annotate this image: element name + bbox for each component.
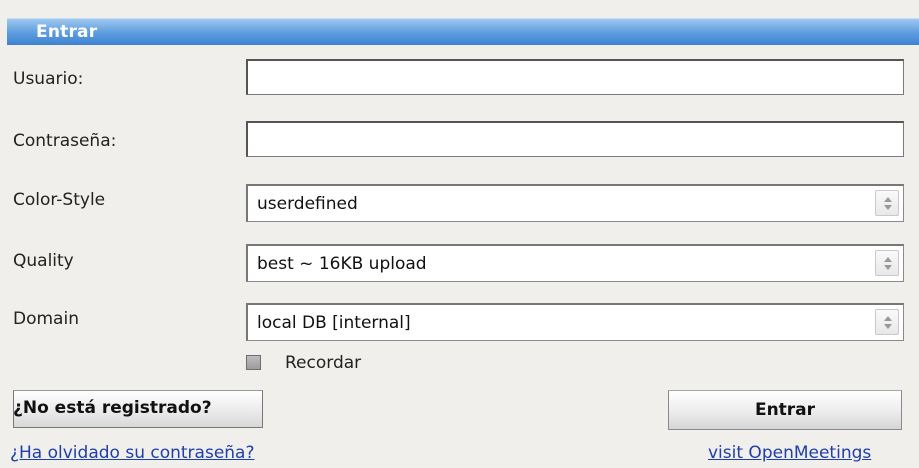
checkbox-icon[interactable] [246, 355, 261, 370]
username-label: Usuario: [13, 69, 84, 89]
login-button[interactable]: Entrar [668, 390, 902, 430]
password-input[interactable] [246, 121, 904, 157]
password-label: Contraseña: [13, 131, 117, 151]
spinner-arrows-icon[interactable] [875, 309, 899, 335]
arrow-down-icon [884, 205, 892, 210]
quality-label: Quality [13, 251, 74, 271]
color-style-value: userdefined [257, 194, 358, 214]
spinner-arrows-icon[interactable] [875, 190, 899, 216]
color-style-label: Color-Style [13, 190, 106, 210]
arrow-up-icon [884, 257, 892, 262]
domain-label: Domain [13, 309, 79, 329]
login-panel: Entrar Usuario: Contraseña: Color-Style … [0, 0, 919, 468]
forgot-password-link[interactable]: ¿Ha olvidado su contraseña? [10, 443, 255, 463]
color-style-select[interactable]: userdefined [246, 184, 904, 222]
quality-value: best ~ 16KB upload [257, 254, 427, 274]
title-bar: Entrar [7, 18, 919, 45]
spinner-arrows-icon[interactable] [875, 250, 899, 276]
remember-label: Recordar [285, 353, 362, 373]
panel-title: Entrar [36, 22, 98, 42]
arrow-down-icon [884, 265, 892, 270]
domain-value: local DB [internal] [257, 313, 411, 333]
arrow-up-icon [884, 316, 892, 321]
quality-select[interactable]: best ~ 16KB upload [246, 244, 904, 282]
arrow-up-icon [884, 197, 892, 202]
username-input[interactable] [246, 59, 904, 95]
arrow-down-icon [884, 324, 892, 329]
domain-select[interactable]: local DB [internal] [246, 303, 904, 341]
register-label[interactable]: ¿No está registrado? [13, 398, 212, 418]
visit-openmeetings-link[interactable]: visit OpenMeetings [708, 443, 919, 463]
